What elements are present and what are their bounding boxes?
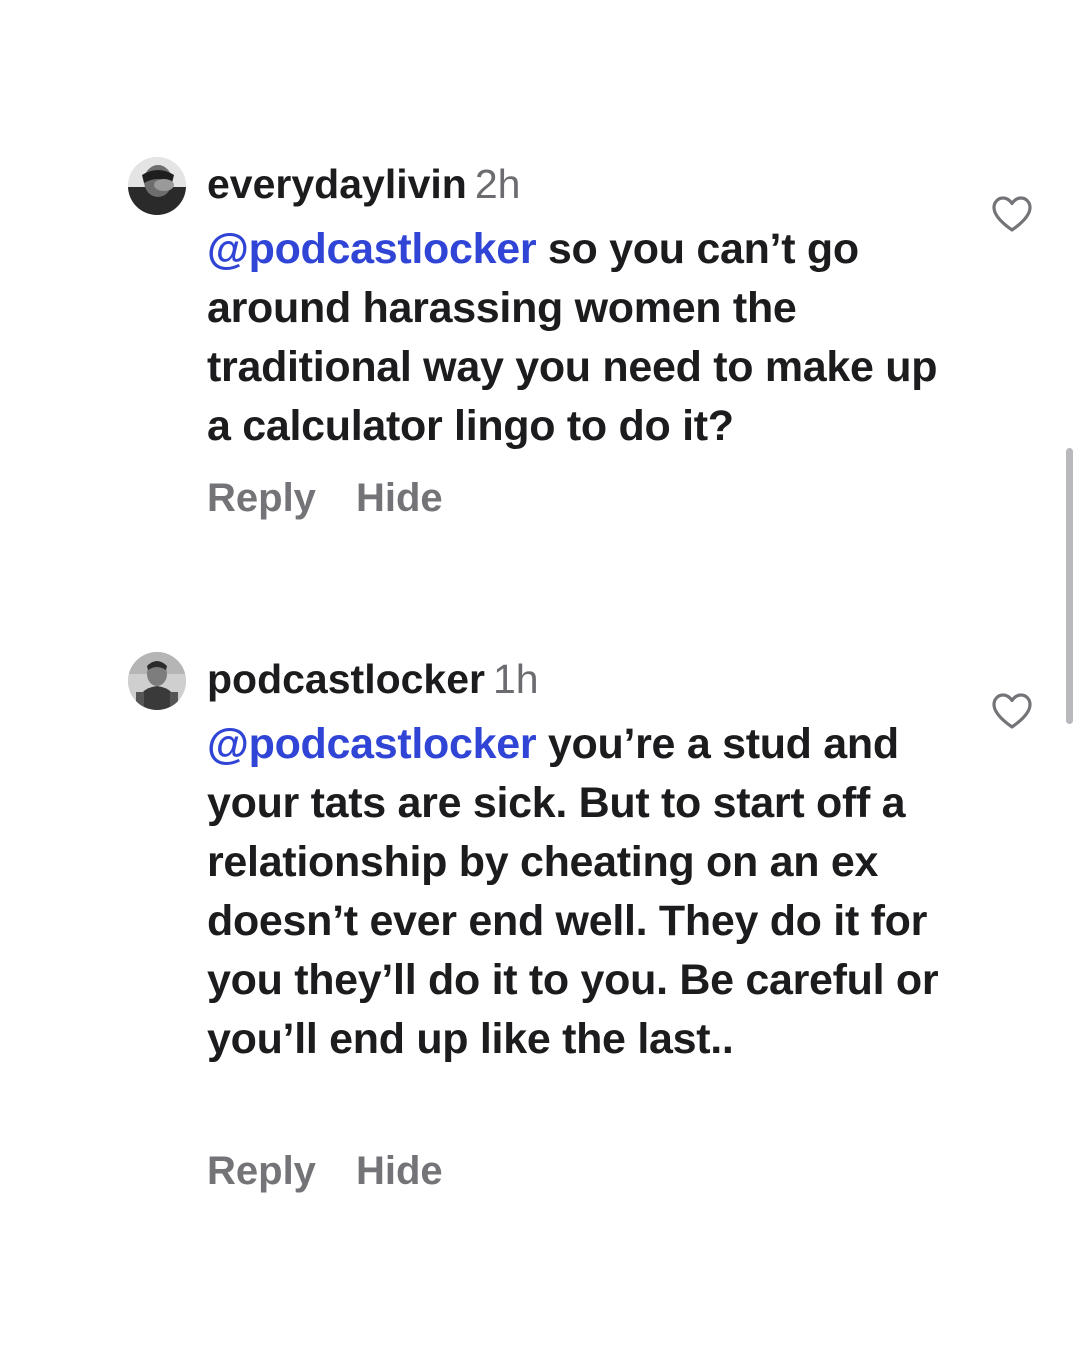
mention-link[interactable]: @podcastlocker [207,225,537,273]
reply-button[interactable]: Reply [207,476,316,520]
reply-button[interactable]: Reply [207,1149,316,1193]
avatar[interactable] [128,652,186,710]
hide-button[interactable]: Hide [356,476,443,520]
comment-header: podcastlocker 1h [207,651,539,707]
scrollbar[interactable] [1066,448,1073,724]
timestamp: 1h [493,656,539,702]
comment-actions: Reply Hide [207,472,443,524]
avatar[interactable] [128,157,186,215]
avatar-photo [128,157,186,215]
avatar-photo [128,652,186,710]
comment-body: you’re a stud and your tats are sick. Bu… [207,720,939,1063]
mention-link[interactable]: @podcastlocker [207,720,537,768]
comment-text: @podcastlocker so you can’t go around ha… [207,220,967,456]
username[interactable]: podcastlocker [207,656,485,702]
heart-outline-icon[interactable] [990,691,1034,731]
comment-header: everydaylivin 2h [207,156,520,212]
heart-outline-icon[interactable] [990,194,1034,234]
comment-actions: Reply Hide [207,1145,443,1197]
hide-button[interactable]: Hide [356,1149,443,1193]
timestamp: 2h [474,161,521,207]
username[interactable]: everydaylivin [207,161,467,207]
comment-text: @podcastlocker you’re a stud and your ta… [207,715,967,1069]
